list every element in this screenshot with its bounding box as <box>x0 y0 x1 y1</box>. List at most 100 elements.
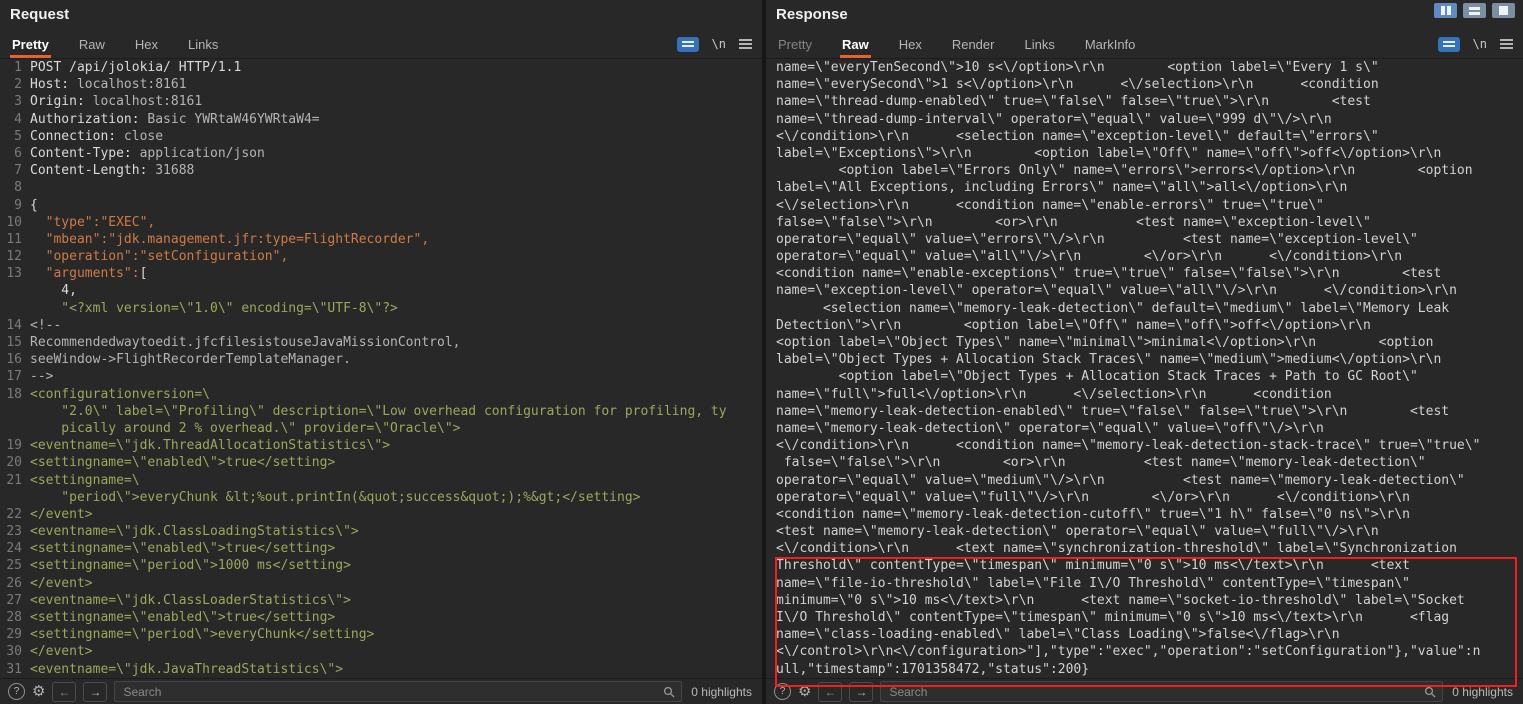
code-line: 14<!-- <box>0 317 762 334</box>
line-number: 16 <box>0 351 30 368</box>
line-number: 5 <box>0 128 30 145</box>
code-line: <option label=\"Object Types\" name=\"mi… <box>776 334 1523 351</box>
search-settings-gear-icon[interactable]: ⚙ <box>32 684 45 699</box>
code-line: name=\"exception-level\" operator=\"equa… <box>776 282 1523 299</box>
code-line: <condition name=\"enable-exceptions\" tr… <box>776 265 1523 282</box>
window-layout-controls <box>1434 3 1515 18</box>
request-editor[interactable]: 1POST /api/jolokia/ HTTP/1.12Host: local… <box>0 59 762 678</box>
code-line: "<?xml version=\"1.0\" encoding=\"UTF-8\… <box>0 300 762 317</box>
code-line: 9{ <box>0 197 762 214</box>
syntax-highlight-icon[interactable] <box>677 37 699 52</box>
code-line: ull,"timestamp":1701358472,"status":200} <box>776 661 1523 678</box>
code-line: 24<settingname=\"enabled\">true</setting… <box>0 540 762 557</box>
search-box[interactable] <box>114 681 682 702</box>
code-line: 30</event> <box>0 643 762 660</box>
code-line: 28<settingname=\"enabled\">true</setting… <box>0 609 762 626</box>
code-line: 22</event> <box>0 506 762 523</box>
line-number: 20 <box>0 454 30 471</box>
tab-hex[interactable]: Hex <box>133 30 160 58</box>
line-number: 19 <box>0 437 30 454</box>
response-panel-title: Response <box>766 0 1523 30</box>
search-input[interactable] <box>887 684 1424 700</box>
next-match-button[interactable]: → <box>849 682 873 702</box>
code-line: 8 <box>0 179 762 196</box>
line-number: 10 <box>0 214 30 231</box>
tab-raw[interactable]: Raw <box>840 30 871 58</box>
tab-pretty[interactable]: Pretty <box>10 30 51 58</box>
next-match-button[interactable]: → <box>83 682 107 702</box>
code-line: 13 "arguments":[ <box>0 265 762 282</box>
syntax-highlight-icon[interactable] <box>1438 37 1460 52</box>
code-line: operator=\"equal\" value=\"full\"\/>\r\n… <box>776 489 1523 506</box>
code-line: name=\"thread-dump-interval\" operator=\… <box>776 111 1523 128</box>
editor-menu-icon[interactable] <box>1500 39 1513 49</box>
previous-match-button[interactable]: ← <box>52 682 76 702</box>
code-line: operator=\"equal\" value=\"medium\"\/>\r… <box>776 472 1523 489</box>
line-number <box>0 420 30 437</box>
code-line: 11 "mbean":"jdk.management.jfr:type=Flig… <box>0 231 762 248</box>
search-input[interactable] <box>121 684 663 700</box>
line-number: 7 <box>0 162 30 179</box>
search-settings-gear-icon[interactable]: ⚙ <box>798 684 811 699</box>
line-number <box>0 403 30 420</box>
code-line: 17--> <box>0 368 762 385</box>
line-number: 18 <box>0 386 30 403</box>
response-editor[interactable]: name=\"everyTenSecond\">10 s<\/option>\r… <box>766 59 1523 678</box>
code-line: operator=\"equal\" value=\"all\"\/>\r\n … <box>776 248 1523 265</box>
line-number: 24 <box>0 540 30 557</box>
tab-render[interactable]: Render <box>950 30 997 58</box>
code-line: name=\"everyTenSecond\">10 s<\/option>\r… <box>776 59 1523 76</box>
tab-links[interactable]: Links <box>1022 30 1056 58</box>
code-line: <\/control>\r\n<\/configuration>"],"type… <box>776 643 1523 660</box>
code-line: 25<settingname=\"period\">1000 ms</setti… <box>0 557 762 574</box>
code-line: 18<configurationversion=\ <box>0 386 762 403</box>
code-line: 16seeWindow->FlightRecorderTemplateManag… <box>0 351 762 368</box>
help-icon[interactable]: ? <box>774 683 791 700</box>
code-line: <condition name=\"memory-leak-detection-… <box>776 506 1523 523</box>
show-newlines-icon[interactable]: \n <box>1473 37 1487 51</box>
code-line: name=\"thread-dump-enabled\" true=\"fals… <box>776 93 1523 110</box>
code-line: false=\"false\">\r\n <or>\r\n <test name… <box>776 454 1523 471</box>
line-number: 11 <box>0 231 30 248</box>
editor-menu-icon[interactable] <box>739 39 752 49</box>
tab-pretty[interactable]: Pretty <box>776 30 814 58</box>
code-line: 15Recommendedwaytoedit.jfcfilesistouseJa… <box>0 334 762 351</box>
line-number: 23 <box>0 523 30 540</box>
code-line: label=\"Object Types + Allocation Stack … <box>776 351 1523 368</box>
code-line: name=\"full\">full<\/option>\r\n <\/sele… <box>776 386 1523 403</box>
line-number: 17 <box>0 368 30 385</box>
code-line: <\/condition>\r\n <text name=\"synchroni… <box>776 540 1523 557</box>
code-line: 26</event> <box>0 575 762 592</box>
show-newlines-icon[interactable]: \n <box>712 37 726 51</box>
line-number: 22 <box>0 506 30 523</box>
tab-markinfo[interactable]: MarkInfo <box>1083 30 1138 58</box>
maximized-layout-icon[interactable] <box>1492 3 1515 18</box>
code-line: name=\"memory-leak-detection\" operator=… <box>776 420 1523 437</box>
split-rows-layout-icon[interactable] <box>1463 3 1486 18</box>
code-line: 2Host: localhost:8161 <box>0 76 762 93</box>
search-box[interactable] <box>880 681 1443 702</box>
previous-match-button[interactable]: ← <box>818 682 842 702</box>
line-number: 13 <box>0 265 30 282</box>
code-line: Threshold\" contentType=\"timespan\" min… <box>776 557 1523 574</box>
tab-raw[interactable]: Raw <box>77 30 107 58</box>
help-icon[interactable]: ? <box>8 683 25 700</box>
code-line: Detection\">\r\n <option label=\"Off\" n… <box>776 317 1523 334</box>
response-panel: Response Pretty Raw Hex Render Links MarkInfo… <box>766 0 1523 704</box>
split-columns-layout-icon[interactable] <box>1434 3 1457 18</box>
code-line: 12 "operation":"setConfiguration", <box>0 248 762 265</box>
line-number: 21 <box>0 472 30 489</box>
tab-links[interactable]: Links <box>186 30 220 58</box>
code-line: <selection name=\"memory-leak-detection\… <box>776 300 1523 317</box>
code-line: 1POST /api/jolokia/ HTTP/1.1 <box>0 59 762 76</box>
tab-hex[interactable]: Hex <box>897 30 924 58</box>
code-line: 31<eventname=\"jdk.JavaThreadStatistics\… <box>0 661 762 678</box>
code-line: 4Authorization: Basic YWRtaW46YWRtaW4= <box>0 111 762 128</box>
line-number: 12 <box>0 248 30 265</box>
code-line: 3Origin: localhost:8161 <box>0 93 762 110</box>
code-line: 6Content-Type: application/json <box>0 145 762 162</box>
line-number: 8 <box>0 179 30 196</box>
code-line: <option label=\"Errors Only\" name=\"err… <box>776 162 1523 179</box>
code-line: 4, <box>0 282 762 299</box>
code-line: false=\"false\">\r\n <or>\r\n <test name… <box>776 214 1523 231</box>
